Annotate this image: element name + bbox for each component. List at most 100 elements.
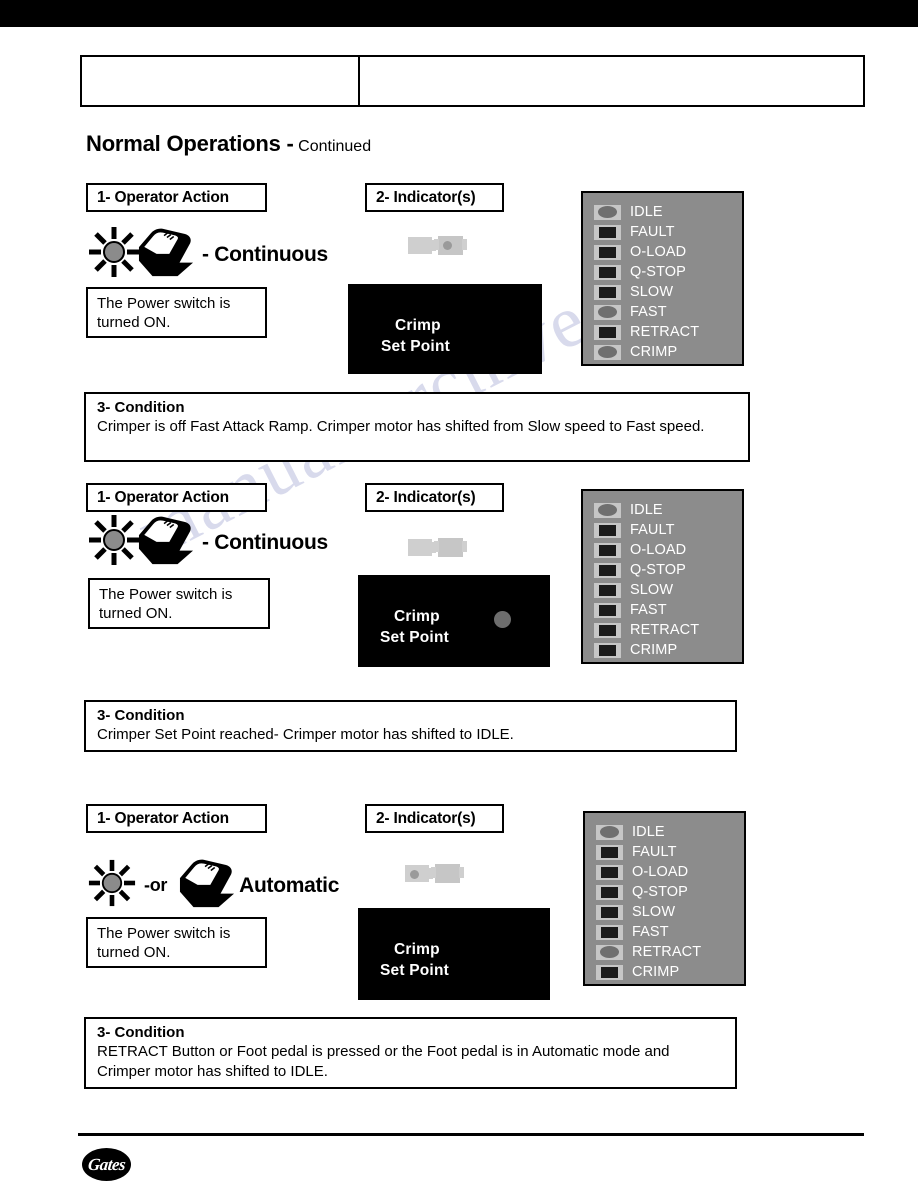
led-row-crimp: CRIMP bbox=[594, 342, 742, 362]
lcd-line-1: Crimp bbox=[395, 317, 441, 334]
led-label: FAULT bbox=[630, 522, 675, 538]
lamp-lit-icon bbox=[600, 826, 619, 838]
led-label: FAST bbox=[630, 602, 667, 618]
lamp-unlit-icon bbox=[601, 846, 618, 858]
lcd-line-2: Set Point bbox=[380, 961, 449, 979]
section-1-lcd-display: Crimp Set Point bbox=[348, 284, 542, 374]
led-row-q-stop: Q-STOP bbox=[594, 560, 742, 580]
lamp-unlit-icon bbox=[599, 524, 616, 536]
top-black-band bbox=[0, 0, 918, 27]
hand-press-icon bbox=[134, 512, 198, 573]
led-row-slow: SLOW bbox=[594, 282, 742, 302]
lcd-line-1: Crimp bbox=[394, 941, 440, 958]
led-row-crimp: CRIMP bbox=[596, 962, 744, 982]
lamp-unlit-icon bbox=[599, 246, 616, 258]
section-3-lcd-display: Crimp Set Point bbox=[358, 908, 550, 1000]
led-label: O-LOAD bbox=[630, 244, 687, 260]
led-label: SLOW bbox=[632, 904, 676, 920]
sun-burst-icon bbox=[88, 226, 140, 283]
section-1-action-row: - Continuous bbox=[88, 224, 328, 285]
led-lamp-fast-icon bbox=[594, 602, 621, 618]
condition-title: 3- Condition bbox=[97, 1024, 185, 1041]
lcd-line-2: Set Point bbox=[381, 337, 450, 355]
lamp-unlit-icon bbox=[601, 886, 618, 898]
section-2-action-note: The Power switch is turned ON. bbox=[88, 578, 270, 629]
mini-button-right-icon bbox=[434, 236, 467, 255]
led-row-fast: FAST bbox=[594, 302, 742, 322]
led-row-crimp: CRIMP bbox=[594, 640, 742, 660]
led-label: SLOW bbox=[630, 284, 674, 300]
led-label: O-LOAD bbox=[632, 864, 689, 880]
condition-text: Crimper Set Point reached- Crimper motor… bbox=[97, 726, 514, 743]
led-lamp-idle-icon bbox=[596, 824, 623, 840]
led-row-retract: RETRACT bbox=[594, 322, 742, 342]
gates-logo-text: Gates bbox=[86, 1154, 127, 1174]
label-text: 1- Operator Action bbox=[97, 188, 229, 206]
led-row-fast: FAST bbox=[596, 922, 744, 942]
led-lamp-idle-icon bbox=[594, 502, 621, 518]
led-row-slow: SLOW bbox=[596, 902, 744, 922]
section-2-lcd-display: Crimp Set Point bbox=[358, 575, 550, 667]
section-3-action-row: -or Automatic bbox=[88, 855, 339, 916]
led-row-fault: FAULT bbox=[596, 842, 744, 862]
header-table bbox=[80, 55, 865, 107]
led-lamp-idle-icon bbox=[594, 204, 621, 220]
led-row-retract: RETRACT bbox=[596, 942, 744, 962]
led-label: O-LOAD bbox=[630, 542, 687, 558]
section-2-indicator-label: 2- Indicator(s) bbox=[365, 483, 504, 512]
led-label: Q-STOP bbox=[632, 884, 688, 900]
lamp-unlit-icon bbox=[599, 326, 616, 338]
condition-text: RETRACT Button or Foot pedal is pressed … bbox=[97, 1043, 670, 1080]
led-row-idle: IDLE bbox=[596, 822, 744, 842]
label-text: 2- Indicator(s) bbox=[376, 809, 476, 827]
led-lamp-q-stop-icon bbox=[594, 264, 621, 280]
led-lamp-fast-icon bbox=[596, 924, 623, 940]
lamp-lit-icon bbox=[598, 504, 617, 516]
led-label: FAST bbox=[630, 304, 667, 320]
section-3-operator-action-label: 1- Operator Action bbox=[86, 804, 267, 833]
led-row-fault: FAULT bbox=[594, 520, 742, 540]
mini-button-left-icon bbox=[408, 539, 436, 556]
led-lamp-crimp-icon bbox=[594, 344, 621, 360]
led-lamp-slow-icon bbox=[596, 904, 623, 920]
led-row-retract: RETRACT bbox=[594, 620, 742, 640]
section-2-mini-indicators bbox=[408, 538, 467, 557]
section-1-condition-block: 3- Condition Crimper is off Fast Attack … bbox=[84, 392, 750, 462]
label-text: 2- Indicator(s) bbox=[376, 488, 476, 506]
led-label: IDLE bbox=[630, 502, 663, 518]
led-label: Q-STOP bbox=[630, 264, 686, 280]
section-2-condition-block: 3- Condition Crimper Set Point reached- … bbox=[84, 700, 737, 752]
lamp-unlit-icon bbox=[601, 906, 618, 918]
led-row-o-load: O-LOAD bbox=[596, 862, 744, 882]
label-text: 1- Operator Action bbox=[97, 809, 229, 827]
lamp-unlit-icon bbox=[601, 926, 618, 938]
lamp-unlit-icon bbox=[599, 584, 616, 596]
led-lamp-fault-icon bbox=[596, 844, 623, 860]
sun-burst-icon bbox=[88, 859, 136, 912]
lcd-text: Crimp Set Point bbox=[381, 316, 450, 357]
led-lamp-fault-icon bbox=[594, 224, 621, 240]
led-label: FAULT bbox=[632, 844, 677, 860]
section-1-led-panel: IDLE FAULT O-LOAD Q-STOP SLOW FAST RETRACT CRIM… bbox=[581, 191, 744, 366]
section-1-action-mode: - Continuous bbox=[202, 242, 328, 266]
lamp-lit-icon bbox=[598, 346, 617, 358]
led-label: IDLE bbox=[630, 204, 663, 220]
lamp-lit-icon bbox=[598, 306, 617, 318]
condition-title: 3- Condition bbox=[97, 707, 185, 724]
footer-divider bbox=[78, 1133, 864, 1136]
section-3-indicator-label: 2- Indicator(s) bbox=[365, 804, 504, 833]
led-lamp-slow-icon bbox=[594, 582, 621, 598]
led-lamp-q-stop-icon bbox=[596, 884, 623, 900]
section-3-action-or: -or bbox=[144, 875, 168, 895]
lamp-unlit-icon bbox=[599, 564, 616, 576]
mini-button-left-icon bbox=[408, 237, 436, 254]
hand-press-icon bbox=[134, 224, 198, 285]
label-text: 1- Operator Action bbox=[97, 488, 229, 506]
sun-burst-icon bbox=[88, 514, 140, 571]
lcd-line-1: Crimp bbox=[394, 608, 440, 625]
led-label: IDLE bbox=[632, 824, 665, 840]
led-lamp-crimp-icon bbox=[594, 642, 621, 658]
led-row-o-load: O-LOAD bbox=[594, 242, 742, 262]
lamp-lit-icon bbox=[600, 946, 619, 958]
led-label: RETRACT bbox=[630, 324, 700, 340]
